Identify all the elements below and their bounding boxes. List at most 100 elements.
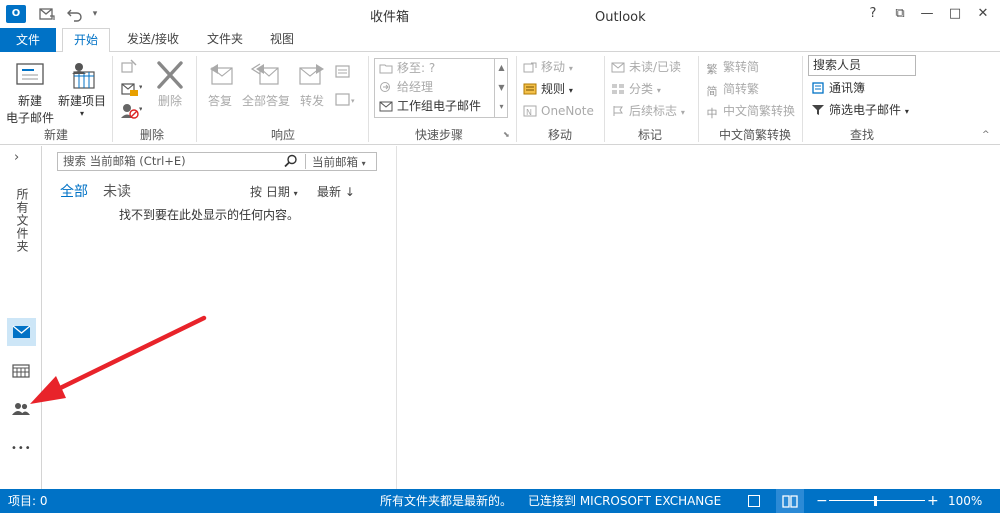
group-separator	[604, 56, 605, 142]
new-email-icon	[14, 60, 46, 90]
reading-pane	[398, 146, 1000, 489]
empty-list-message: 找不到要在此处显示的任何内容。	[119, 208, 300, 222]
tab-file[interactable]: 文件	[0, 28, 56, 52]
filter-unread-tab[interactable]: 未读	[103, 181, 131, 201]
tab-home[interactable]: 开始	[62, 28, 110, 53]
convert-icon: 中	[706, 107, 718, 120]
all-folders-label[interactable]: 所有文件夹	[14, 188, 31, 253]
search-scope-separator	[305, 154, 306, 169]
rules-icon	[522, 83, 538, 97]
svg-text:▾: ▾	[351, 97, 355, 105]
zoom-out-button[interactable]: −	[816, 489, 828, 513]
more-nav-options-icon[interactable]: •••	[11, 443, 32, 454]
more-respond-icon[interactable]: ▾	[334, 92, 358, 111]
group-label-tags: 标记	[637, 128, 662, 142]
svg-text:N: N	[526, 108, 532, 117]
filter-icon	[810, 104, 826, 118]
reply-all-icon	[250, 60, 282, 90]
filter-all-tab[interactable]: 全部	[60, 181, 88, 201]
delete-x-icon	[154, 60, 186, 90]
reading-view-icon	[782, 495, 798, 508]
onenote-button[interactable]: N OneNote	[522, 101, 594, 121]
move-icon	[522, 61, 538, 75]
zoom-level[interactable]: 100%	[948, 489, 982, 513]
customize-quick-access-icon[interactable]: ▾	[90, 6, 100, 22]
gallery-more-icon[interactable]: ▾	[495, 98, 508, 116]
search-people-input[interactable]: 搜索人员	[808, 55, 916, 76]
group-separator	[368, 56, 369, 142]
categorize-icon	[610, 83, 626, 97]
sort-order-toggle[interactable]: 最新 ↓	[317, 183, 355, 200]
folders-up-to-date-status: 所有文件夹都是最新的。	[380, 494, 513, 508]
to-manager-icon	[378, 81, 394, 95]
group-label-move: 移动	[547, 128, 572, 142]
ignore-icon[interactable]	[120, 58, 138, 79]
group-separator	[196, 56, 197, 142]
chinese-conversion-button[interactable]: 中中文简繁转换	[704, 101, 796, 121]
group-label-chinese-conversion: 中文简繁转换	[718, 128, 791, 142]
address-book-icon	[810, 82, 826, 96]
group-separator	[516, 56, 517, 142]
undo-icon[interactable]	[66, 6, 84, 22]
scroll-up-icon[interactable]: ▲	[495, 58, 508, 78]
move-button[interactable]: 移动 ▾	[522, 57, 573, 77]
ribbon-display-options-button[interactable]: ⧉	[887, 4, 913, 24]
tab-folder[interactable]: 文件夹	[198, 28, 252, 52]
group-label-respond: 响应	[270, 128, 295, 142]
follow-up-button[interactable]: 后续标志 ▾	[610, 101, 685, 121]
outlook-app-icon[interactable]: O	[6, 5, 26, 23]
zoom-in-button[interactable]: +	[927, 489, 939, 513]
rules-button[interactable]: 规则 ▾	[522, 79, 573, 99]
zoom-slider-thumb[interactable]	[874, 496, 877, 506]
clean-up-icon[interactable]: ▾	[120, 80, 143, 101]
search-scope-dropdown[interactable]: 当前邮箱 ▾	[312, 154, 366, 170]
delete-button[interactable]: 删除	[150, 60, 190, 109]
close-button[interactable]: ✕	[970, 4, 996, 24]
meeting-reply-icon[interactable]	[334, 64, 354, 83]
filter-email-button[interactable]: 筛选电子邮件 ▾	[810, 100, 909, 120]
new-items-icon	[66, 60, 98, 90]
unread-read-button[interactable]: 未读/已读	[610, 57, 681, 77]
new-email-button[interactable]: 新建 电子邮件	[4, 60, 56, 126]
reply-all-button[interactable]: 全部答复	[240, 60, 292, 109]
reading-view-button[interactable]	[776, 489, 804, 513]
forward-icon	[296, 60, 328, 90]
tab-send-receive[interactable]: 发送/接收	[118, 28, 188, 52]
team-email-icon	[378, 100, 394, 114]
reply-button[interactable]: 答复	[202, 60, 238, 109]
expand-folder-pane-icon[interactable]: ›	[14, 150, 19, 165]
minimize-button[interactable]: —	[914, 4, 940, 24]
junk-icon[interactable]: ▾	[120, 102, 143, 123]
zoom-slider[interactable]	[829, 500, 925, 501]
group-separator	[802, 56, 803, 142]
new-items-button[interactable]: 新建项目 ▾	[56, 60, 108, 118]
quick-step-team-email[interactable]: 工作组电子邮件	[378, 96, 481, 116]
reply-icon	[204, 60, 236, 90]
svg-text:▾: ▾	[139, 83, 142, 91]
onenote-icon: N	[522, 105, 538, 119]
help-button[interactable]: ?	[860, 4, 886, 24]
group-label-delete: 删除	[139, 128, 164, 142]
sort-by-date-dropdown[interactable]: 按 日期 ▾	[250, 183, 298, 200]
categorize-button[interactable]: 分类 ▾	[610, 79, 661, 99]
connection-status: 已连接到 MICROSOFT EXCHANGE	[528, 494, 722, 508]
chevron-down-icon: ▾	[361, 159, 366, 168]
send-receive-icon[interactable]	[38, 6, 56, 22]
scroll-down-icon[interactable]: ▼	[495, 78, 508, 98]
simplified-to-traditional-button[interactable]: 简简转繁	[704, 79, 760, 99]
tab-view[interactable]: 视图	[260, 28, 304, 52]
quick-step-to-manager[interactable]: 给经理	[378, 77, 433, 97]
maximize-button[interactable]: □	[942, 4, 968, 24]
search-icon[interactable]	[284, 154, 298, 171]
normal-view-icon[interactable]	[748, 495, 760, 507]
quick-step-move-to[interactable]: 移至: ?	[378, 58, 435, 78]
group-label-new: 新建	[43, 128, 68, 142]
address-book-button[interactable]: 通讯簿	[810, 78, 865, 98]
dialog-launcher-icon[interactable]: ⬊	[503, 130, 510, 139]
collapse-ribbon-icon[interactable]: ^	[982, 130, 990, 140]
forward-button[interactable]: 转发	[294, 60, 330, 109]
traditional-to-simplified-button[interactable]: 繁繁转简	[704, 57, 760, 77]
quick-steps-scroll[interactable]: ▲ ▼ ▾	[494, 58, 508, 118]
svg-text:▾: ▾	[139, 105, 142, 113]
move-to-folder-icon	[378, 62, 394, 76]
